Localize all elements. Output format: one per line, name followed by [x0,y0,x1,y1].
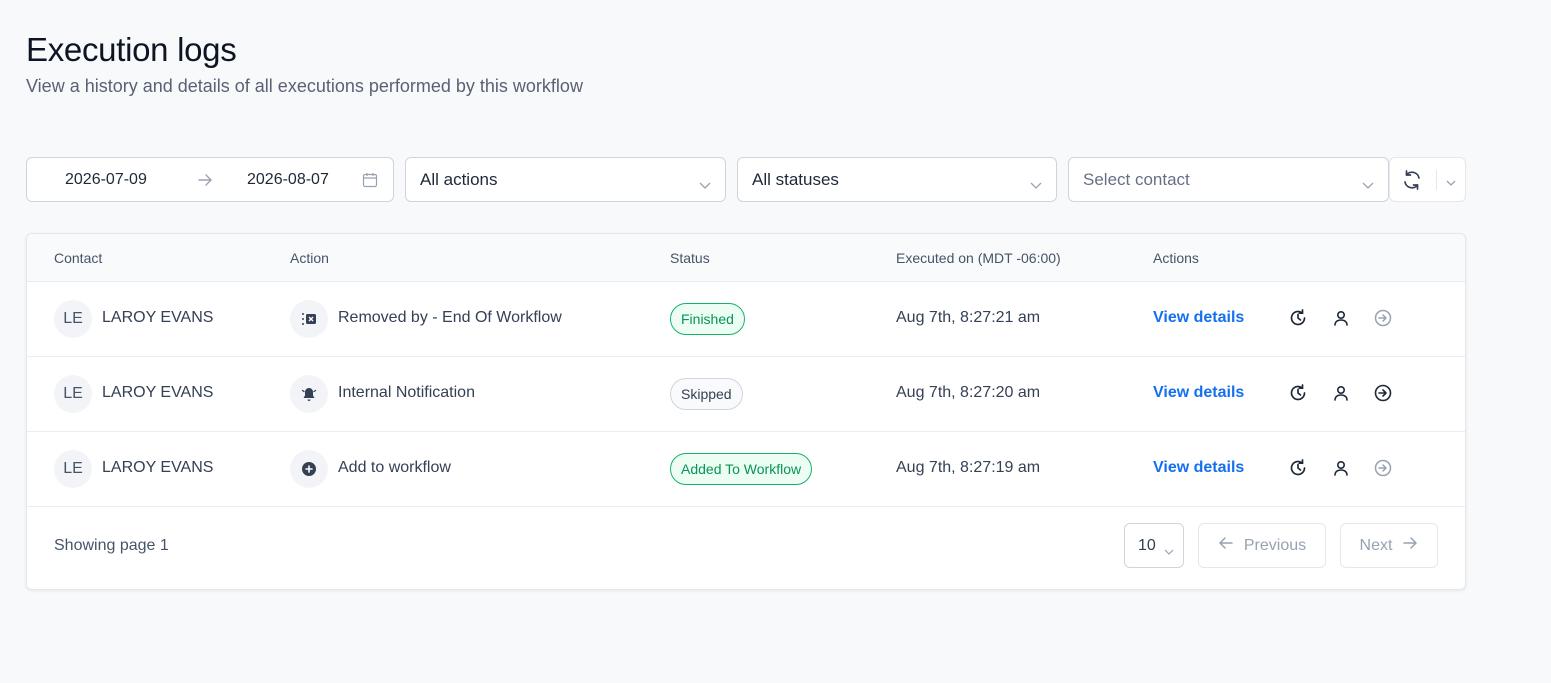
contact-filter-placeholder: Select contact [1083,169,1190,189]
execution-logs-table: Contact Action Status Executed on (MDT -… [26,233,1466,590]
status-badge: Finished [670,303,745,335]
view-details-link[interactable]: View details [1153,309,1244,327]
refresh-icon[interactable] [1401,169,1423,196]
plus-circle-icon [290,450,328,488]
calendar-icon [362,172,378,193]
arrow-left-icon [1218,536,1234,555]
table-row: LE LAROY EVANS Internal Notification Ski… [27,357,1465,432]
page-subtitle: View a history and details of all execut… [26,76,583,96]
column-action: Action [290,250,329,266]
refresh-button-group [1389,157,1466,202]
page-size-value: 10 [1138,536,1156,554]
exit-workflow-icon[interactable] [1373,383,1393,403]
next-label: Next [1359,536,1393,554]
previous-label: Previous [1243,536,1307,554]
user-icon[interactable] [1331,458,1351,478]
user-icon[interactable] [1331,383,1351,403]
avatar: LE [54,300,92,338]
column-contact: Contact [54,250,103,266]
history-icon[interactable] [1288,383,1308,403]
page-title: Execution logs [26,31,237,68]
table-header: Contact Action Status Executed on (MDT -… [27,234,1465,282]
executed-on: Aug 7th, 8:27:19 am [896,459,1041,476]
previous-page-button[interactable]: Previous [1198,523,1326,568]
executed-on: Aug 7th, 8:27:21 am [896,309,1041,326]
chevron-down-icon [1361,175,1375,195]
arrow-right-icon [196,171,214,194]
exit-workflow-icon[interactable] [1373,308,1393,328]
column-status: Status [670,250,710,266]
status-filter-value: All statuses [752,169,839,189]
bell-icon [290,375,328,413]
contact-name[interactable]: LAROY EVANS [102,309,213,327]
execution-logs-page: Execution logs View a history and detail… [0,0,1551,683]
user-icon[interactable] [1331,308,1351,328]
avatar: LE [54,375,92,413]
executed-on: Aug 7th, 8:27:20 am [896,384,1041,401]
status-filter-select[interactable]: All statuses [737,157,1057,202]
status-badge: Added To Workflow [670,453,813,485]
date-range-picker[interactable]: 2026-07-09 2026-08-07 [26,157,394,202]
remove-from-workflow-icon [290,300,328,338]
view-details-link[interactable]: View details [1153,384,1244,402]
pagination-status: Showing page 1 [54,537,169,554]
chevron-down-icon[interactable] [1445,175,1457,193]
action-name: Add to workflow [338,459,451,476]
contact-name[interactable]: LAROY EVANS [102,384,213,402]
status-badge: Skipped [670,378,743,410]
contact-filter-select[interactable]: Select contact [1068,157,1389,202]
history-icon[interactable] [1288,308,1308,328]
divider [1436,170,1437,190]
contact-name[interactable]: LAROY EVANS [102,459,213,477]
view-details-link[interactable]: View details [1153,459,1244,477]
table-row: LE LAROY EVANS Add to workflow Added To … [27,432,1465,507]
arrow-right-icon [1402,536,1418,555]
chevron-down-icon [698,175,712,195]
table-row: LE LAROY EVANS Removed by - End Of Workf… [27,282,1465,357]
column-actions: Actions [1153,250,1199,266]
chevron-down-icon [1163,543,1175,561]
history-icon[interactable] [1288,458,1308,478]
page-size-select[interactable]: 10 [1124,523,1184,568]
column-executed-on: Executed on (MDT -06:00) [896,250,1061,266]
actions-filter-select[interactable]: All actions [405,157,726,202]
actions-filter-value: All actions [420,169,498,189]
avatar: LE [54,450,92,488]
exit-workflow-icon[interactable] [1373,458,1393,478]
date-end[interactable]: 2026-08-07 [247,171,329,189]
action-name: Internal Notification [338,384,475,401]
date-start[interactable]: 2026-07-09 [65,171,147,189]
chevron-down-icon [1029,175,1043,195]
next-page-button[interactable]: Next [1340,523,1438,568]
action-name: Removed by - End Of Workflow [338,309,562,326]
